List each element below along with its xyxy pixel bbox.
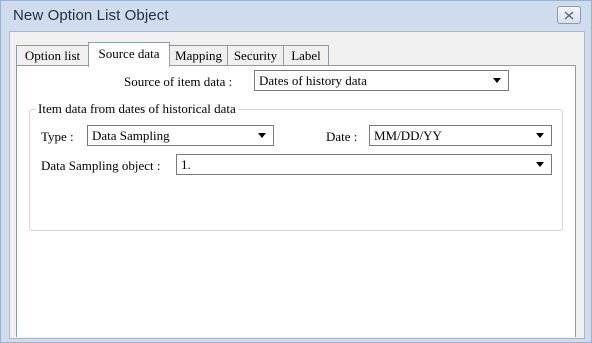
close-button[interactable]	[557, 6, 581, 24]
tab-source-data[interactable]: Source data	[88, 42, 170, 67]
chevron-down-icon	[258, 133, 266, 138]
data-sampling-object-value: 1.	[181, 157, 191, 172]
chevron-down-icon	[536, 162, 544, 167]
window-title: New Option List Object	[13, 7, 169, 24]
source-of-item-data-label: Source of item data :	[124, 74, 233, 89]
chevron-down-icon	[536, 133, 544, 138]
dialog-window: New Option List Object Option list Sourc…	[0, 0, 592, 343]
dialog-client: Option list Source data Mapping Security…	[9, 31, 585, 339]
historical-data-group: Item data from dates of historical data …	[29, 101, 563, 231]
data-sampling-object-select[interactable]: 1.	[176, 154, 552, 175]
group-title: Item data from dates of historical data	[36, 101, 238, 117]
data-sampling-object-label: Data Sampling object :	[41, 158, 161, 173]
type-label: Type :	[41, 129, 74, 144]
date-select[interactable]: MM/DD/YY	[369, 125, 552, 146]
chevron-down-icon	[493, 78, 501, 83]
source-data-panel: Source of item data : Dates of history d…	[16, 65, 576, 337]
source-of-item-data-select[interactable]: Dates of history data	[254, 70, 509, 91]
type-select[interactable]: Data Sampling	[87, 125, 274, 146]
title-bar[interactable]: New Option List Object	[1, 1, 591, 31]
source-of-item-data-value: Dates of history data	[259, 73, 367, 88]
tab-option-list[interactable]: Option list	[16, 45, 89, 65]
date-label: Date :	[326, 129, 358, 144]
tab-label[interactable]: Label	[283, 45, 329, 65]
tab-mapping[interactable]: Mapping	[169, 45, 228, 65]
close-icon	[564, 10, 574, 20]
tab-security[interactable]: Security	[227, 45, 284, 65]
type-value: Data Sampling	[92, 128, 170, 143]
date-value: MM/DD/YY	[374, 128, 442, 143]
